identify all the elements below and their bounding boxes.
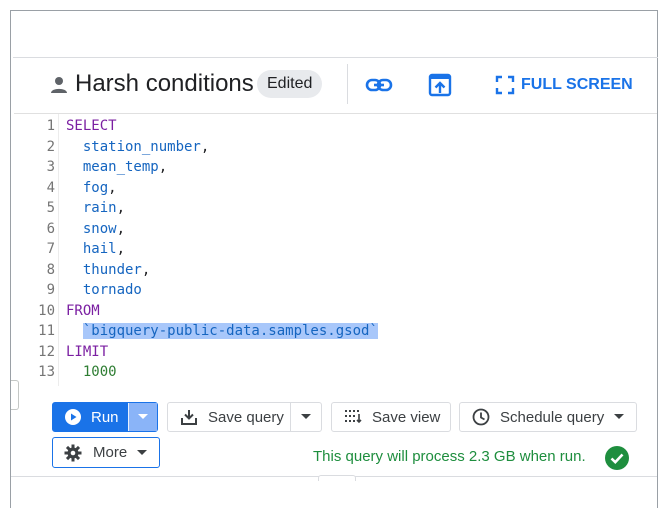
save-query-dropdown[interactable] [291,403,321,431]
link-icon[interactable] [365,72,393,98]
code-text: hail, [66,239,125,260]
fullscreen-icon [495,75,515,95]
play-icon [65,409,81,425]
code-line[interactable]: 12 LIMIT [14,342,657,363]
sql-editor[interactable]: 1 SELECT 2 station_number, 3 mean_temp, 4 fo… [14,116,657,383]
code-token: , [158,159,168,175]
person-icon [49,75,69,95]
save-query-button[interactable]: Save query [167,402,322,432]
results-resize-handle[interactable] [318,475,356,481]
gear-icon [64,444,82,461]
save-view-label: Save view [372,408,441,426]
line-number: 12 [38,343,55,360]
code-token: , [108,179,117,196]
code-token: LIMIT [66,343,109,360]
caret-down-icon [137,449,148,455]
more-label: More [93,444,128,461]
line-number: 10 [38,302,55,319]
line-number: 3 [46,159,55,175]
caret-down-icon [301,414,312,419]
code-text: SELECT [66,116,117,137]
code-text: LIMIT [66,342,108,363]
line-number: 6 [46,220,55,237]
code-line[interactable]: 3 mean_temp, [14,157,657,178]
code-token: , [116,241,126,257]
editor-divider [14,113,657,114]
code-text: `bigquery-public-data.samples.gsod` [66,321,378,342]
code-token: SELECT [66,118,117,134]
code-text: rain, [66,198,125,219]
run-button[interactable]: Run [52,402,158,432]
caret-down-icon [614,414,625,419]
code-line[interactable]: 8 thunder, [14,260,657,281]
validation-message: This query will process 2.3 GB when run. [313,448,586,465]
code-token: , [116,200,126,216]
code-line[interactable]: 13 1000 [14,362,657,383]
panel-resize-handle[interactable] [11,380,19,410]
code-token: snow [66,220,117,237]
run-options-dropdown[interactable] [127,403,157,431]
schedule-query-button[interactable]: Schedule query [459,402,637,432]
header-divider [347,64,348,104]
code-line[interactable]: 4 fog, [14,178,657,199]
line-number: 13 [38,364,55,380]
code-token: 1000 [66,364,117,380]
code-text: tornado [66,280,142,301]
download-icon [181,410,197,425]
code-token: mean_temp [66,159,159,175]
line-number: 1 [46,118,55,134]
code-line[interactable]: 11 `bigquery-public-data.samples.gsod` [14,321,657,342]
line-number: 5 [46,200,55,216]
code-token: , [116,220,126,237]
line-number: 7 [46,241,55,257]
code-text: mean_temp, [66,157,167,178]
open-in-new-icon[interactable] [426,72,454,98]
code-text: station_number, [66,137,209,158]
code-token: FROM [66,302,100,319]
code-token: fog [66,179,109,196]
code-text: thunder, [66,260,150,281]
code-text: FROM [66,301,100,322]
code-line[interactable]: 10 FROM [14,301,657,322]
query-title: Harsh conditions [75,70,254,97]
save-query-label: Save query [208,408,284,426]
code-line[interactable]: 5 rain, [14,198,657,219]
schedule-query-label: Schedule query [500,408,605,426]
code-text: snow, [66,219,125,240]
clock-icon [472,408,490,426]
more-button[interactable]: More [52,437,160,468]
caret-down-icon [137,414,148,419]
code-token: tornado [66,282,142,298]
code-line[interactable]: 7 hail, [14,239,657,260]
code-token: station_number [66,138,201,155]
code-text: 1000 [66,362,117,383]
run-main[interactable]: Run [53,403,128,431]
line-number: 11 [38,323,55,339]
code-line[interactable]: 6 snow, [14,219,657,240]
code-token: , [200,138,210,155]
save-query-main[interactable]: Save query [168,403,292,431]
code-line[interactable]: 1 SELECT [14,116,657,137]
code-line[interactable]: 2 station_number, [14,137,657,158]
code-token: , [141,261,151,278]
line-number: 9 [46,282,55,298]
line-number: 4 [46,179,55,196]
run-label: Run [91,408,119,426]
line-number: 8 [46,261,55,278]
code-token: hail [66,241,117,257]
view-grid-icon [345,410,362,424]
edited-badge: Edited [257,70,323,98]
fullscreen-button[interactable]: FULL SCREEN [495,72,633,98]
code-token: thunder [66,261,142,278]
frame-edge [657,10,658,508]
fullscreen-label: FULL SCREEN [521,76,633,93]
code-text: fog, [66,178,117,199]
check-circle-icon [605,446,629,475]
code-token: rain [66,200,117,216]
code-line[interactable]: 9 tornado [14,280,657,301]
save-view-button[interactable]: Save view [331,402,451,432]
line-number: 2 [46,138,55,155]
code-token: `bigquery-public-data.samples.gsod` [82,323,378,339]
